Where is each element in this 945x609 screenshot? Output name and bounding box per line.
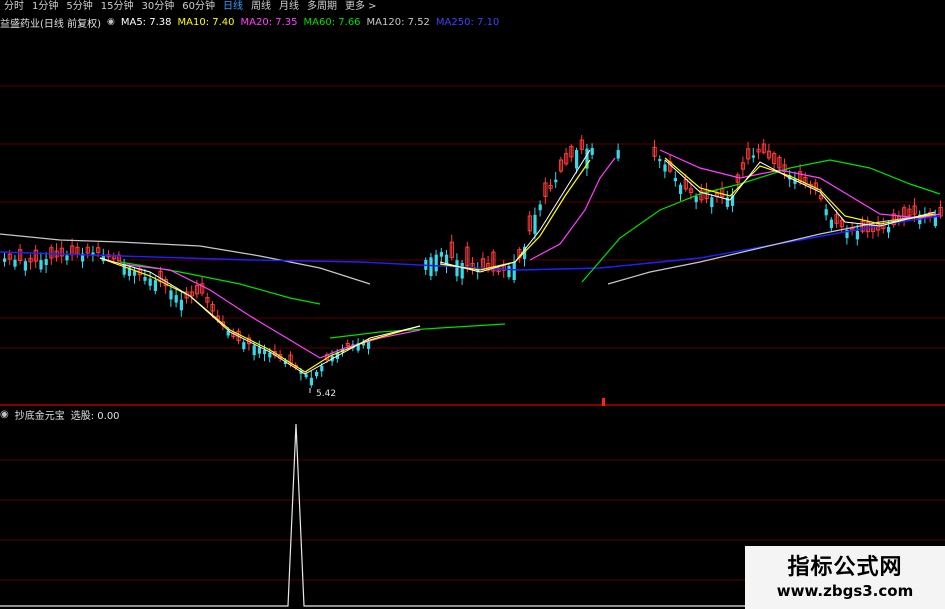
candle-body	[315, 372, 319, 377]
candle-body	[663, 164, 667, 172]
candle-body	[242, 342, 246, 350]
candle-body	[3, 258, 7, 262]
moving-average-lines	[0, 149, 941, 375]
ma10-line	[439, 159, 591, 271]
candle-body	[39, 260, 43, 270]
candle-body	[169, 290, 173, 300]
candle-body	[829, 219, 833, 229]
candle-body	[320, 365, 324, 372]
indicator-settings-icon[interactable]: ◉	[0, 409, 9, 420]
candle-body	[439, 252, 443, 257]
candle-body	[65, 255, 69, 261]
candle-body	[887, 226, 891, 233]
candle-body	[824, 209, 828, 216]
candle-body	[512, 261, 516, 280]
current-marker	[602, 398, 605, 406]
candle-body	[673, 177, 677, 182]
candle-body	[153, 280, 157, 291]
stock-chart-window: 分时 1分钟 5分钟 15分钟 30分钟 60分钟 日线 周线 月线 多周期 更…	[0, 0, 945, 609]
candle-body	[174, 295, 178, 303]
candle-body	[434, 254, 438, 272]
indicator-name: 抄底金元宝	[14, 410, 65, 422]
ma120-line	[0, 233, 371, 285]
indicator-info-line: ◉ 抄底金元宝 选股: 0.00	[0, 407, 120, 422]
candle-body	[143, 277, 147, 281]
candle-body	[13, 259, 17, 267]
candle-body	[694, 196, 698, 203]
candle-body	[507, 266, 511, 278]
candle-body	[44, 259, 48, 266]
candle-body	[455, 260, 459, 277]
low-price-label: 5.42	[316, 389, 336, 399]
ma20-line	[119, 263, 421, 359]
candle-body	[263, 350, 267, 355]
candle-body	[148, 278, 152, 286]
ma10-line	[99, 257, 421, 373]
kline-chart-area[interactable]: 5.42	[0, 0, 945, 609]
candle-body	[133, 271, 137, 276]
candle-body	[575, 150, 579, 169]
ma20-line	[529, 157, 616, 261]
candle-body	[554, 179, 558, 183]
candle-body	[309, 377, 313, 386]
candle-body	[268, 352, 272, 358]
candle-body	[855, 230, 859, 240]
candle-body	[590, 148, 594, 155]
candle-body	[23, 261, 27, 271]
indicator-value: 选股: 0.00	[70, 410, 120, 422]
candle-body	[538, 204, 542, 211]
candle-body	[304, 374, 308, 378]
candle-body	[533, 214, 537, 234]
candle-body	[460, 262, 464, 279]
candle-body	[751, 155, 755, 158]
grid-lines	[0, 85, 945, 581]
candle-body	[179, 299, 183, 311]
candle-body	[658, 159, 662, 162]
watermark-title: 指标公式网	[787, 554, 903, 580]
watermark-url: www.zbgs3.com	[776, 581, 914, 600]
candle-body	[710, 197, 714, 208]
candle-body	[679, 184, 683, 194]
ma5-line	[439, 149, 591, 273]
candle-body	[252, 345, 256, 356]
candle-body	[616, 150, 620, 159]
candle-body	[429, 257, 433, 277]
candle-body	[257, 347, 261, 354]
site-watermark: 指标公式网 www.zbgs3.com	[745, 546, 945, 609]
